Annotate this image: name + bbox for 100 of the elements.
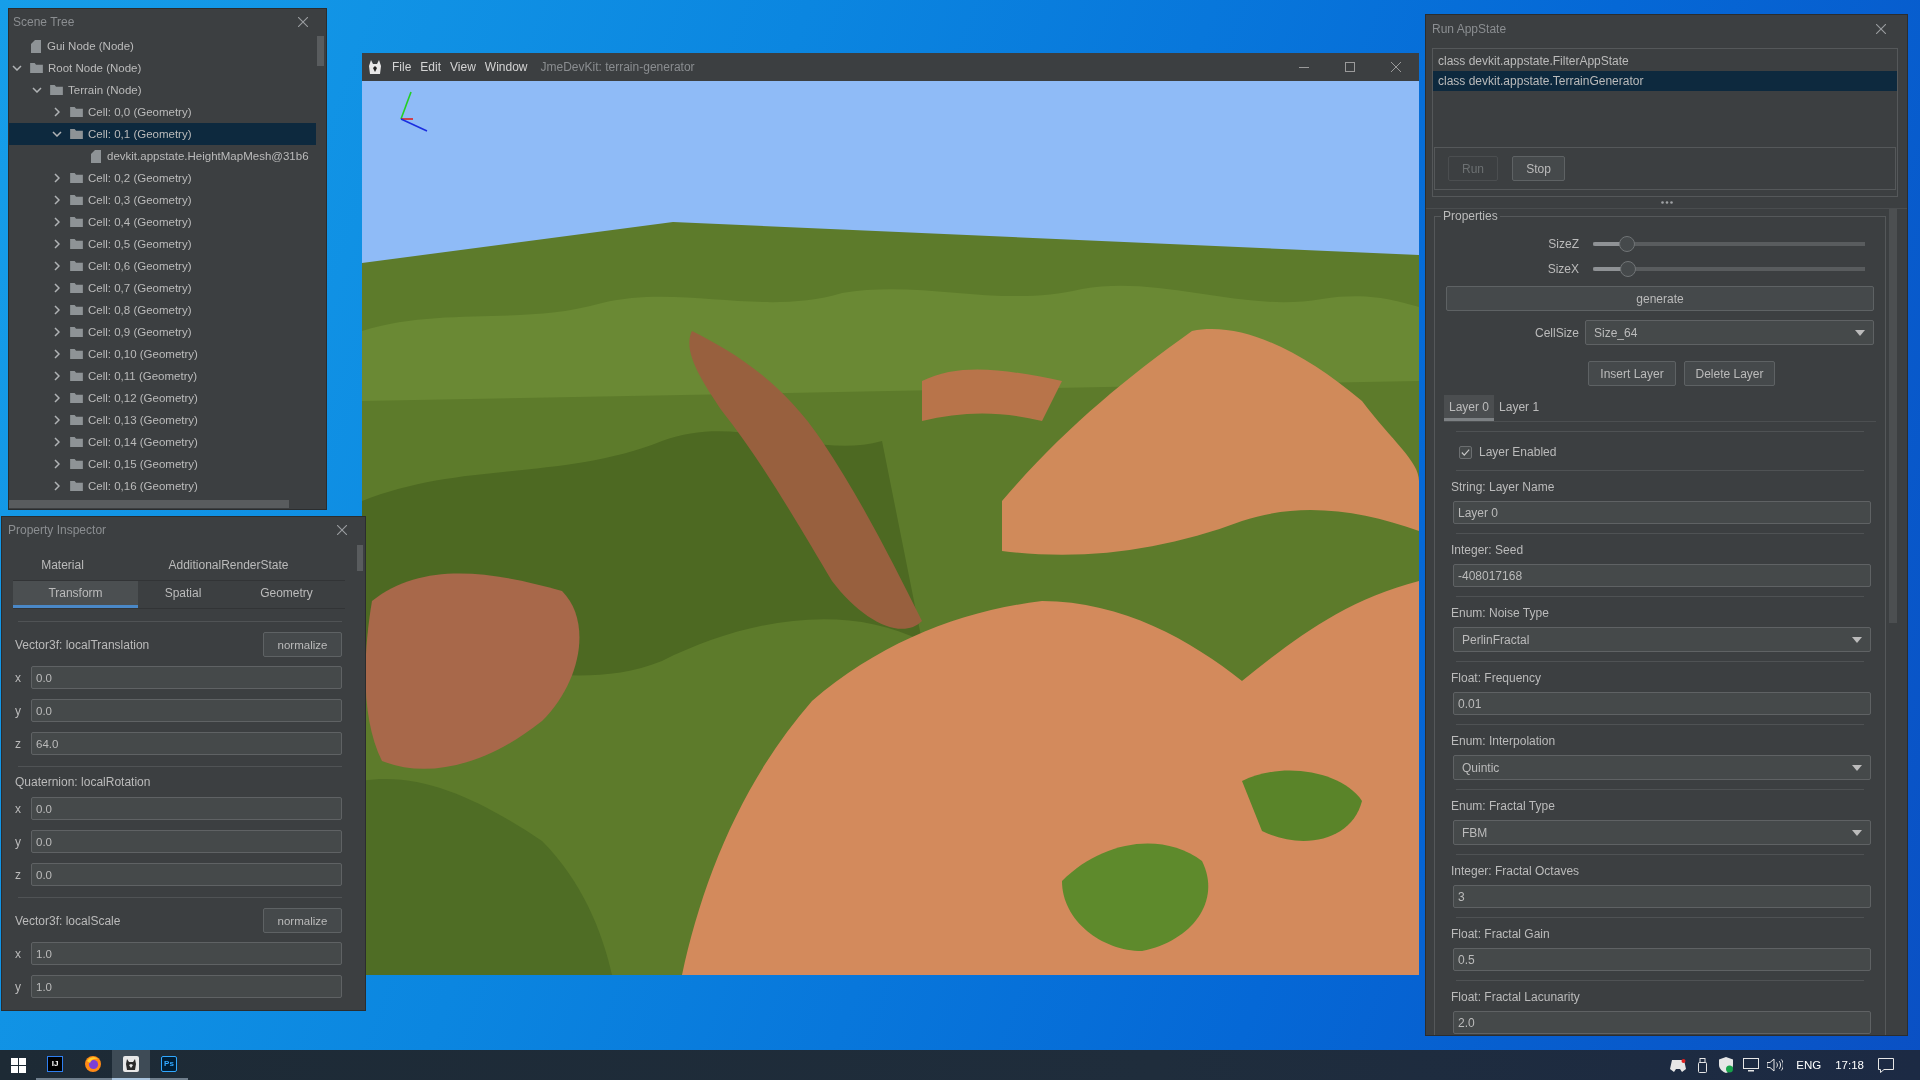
text-field[interactable]: 2.0 — [1453, 1011, 1871, 1034]
tree-item[interactable]: Cell: 0,11 (Geometry) — [9, 365, 316, 387]
tab[interactable]: Geometry — [228, 581, 345, 608]
chevron-down-icon[interactable] — [52, 131, 62, 137]
tree-item[interactable]: Gui Node (Node) — [9, 35, 316, 57]
action-button[interactable]: Stop — [1512, 156, 1565, 181]
close-icon[interactable] — [1391, 62, 1401, 72]
text-field[interactable]: 1.0 — [31, 942, 342, 965]
chevron-right-icon[interactable] — [54, 459, 60, 469]
dropdown[interactable]: PerlinFractal — [1453, 627, 1871, 652]
chevron-right-icon[interactable] — [54, 349, 60, 359]
menu-item[interactable]: File — [392, 60, 412, 74]
text-field[interactable]: 3 — [1453, 885, 1871, 908]
menu-item[interactable]: View — [450, 60, 476, 74]
tree-item[interactable]: Cell: 0,3 (Geometry) — [9, 189, 316, 211]
start-icon[interactable] — [10, 1057, 26, 1073]
text-field[interactable]: 1.0 — [31, 975, 342, 998]
tab[interactable]: Transform — [13, 581, 138, 608]
chevron-right-icon[interactable] — [54, 393, 60, 403]
chevron-right-icon[interactable] — [54, 195, 60, 205]
text-field[interactable]: 0.5 — [1453, 948, 1871, 971]
language-indicator[interactable]: ENG — [1796, 1059, 1822, 1071]
chevron-right-icon[interactable] — [54, 107, 60, 117]
list-item[interactable]: class devkit.appstate.TerrainGenerator — [1433, 71, 1897, 91]
taskbar-button[interactable]: IJ — [36, 1050, 74, 1080]
scrollbar-thumb[interactable] — [317, 36, 324, 66]
chevron-right-icon[interactable] — [54, 261, 60, 271]
chevron-down-icon[interactable] — [12, 65, 22, 71]
tree-item[interactable]: Cell: 0,13 (Geometry) — [9, 409, 316, 431]
menu-item[interactable]: Edit — [420, 60, 442, 74]
chevron-down-icon[interactable] — [32, 87, 42, 93]
layer-button[interactable]: Delete Layer — [1684, 361, 1775, 386]
tree-item[interactable]: Cell: 0,5 (Geometry) — [9, 233, 316, 255]
slider-thumb[interactable] — [1619, 236, 1635, 252]
text-field[interactable]: 0.0 — [31, 863, 342, 886]
tab[interactable]: Layer 1 — [1494, 395, 1545, 421]
scrollbar-thumb[interactable] — [9, 500, 289, 508]
shield-icon[interactable] — [1719, 1057, 1734, 1073]
text-field[interactable]: 0.01 — [1453, 692, 1871, 715]
tree-item[interactable]: Cell: 0,10 (Geometry) — [9, 343, 316, 365]
tree-item[interactable]: Cell: 0,7 (Geometry) — [9, 277, 316, 299]
slider-thumb[interactable] — [1620, 261, 1637, 277]
tab[interactable]: Spatial — [138, 581, 228, 608]
text-field[interactable]: -408017168 — [1453, 564, 1871, 587]
clock[interactable]: 17:18 — [1835, 1059, 1864, 1071]
chevron-right-icon[interactable] — [54, 481, 60, 491]
layer-button[interactable]: Insert Layer — [1588, 361, 1676, 386]
tab[interactable]: Material — [13, 553, 112, 580]
tree-item[interactable]: devkit.appstate.HeightMapMesh@31b6 — [9, 145, 316, 167]
tree-item[interactable]: Cell: 0,2 (Geometry) — [9, 167, 316, 189]
chevron-right-icon[interactable] — [54, 415, 60, 425]
tree-item[interactable]: Cell: 0,1 (Geometry) — [9, 123, 316, 145]
tree-item[interactable]: Cell: 0,8 (Geometry) — [9, 299, 316, 321]
list-item[interactable]: class devkit.appstate.FilterAppState — [1433, 51, 1897, 71]
chevron-right-icon[interactable] — [54, 217, 60, 227]
chevron-right-icon[interactable] — [54, 371, 60, 381]
tree-item[interactable]: Cell: 0,14 (Geometry) — [9, 431, 316, 453]
text-field[interactable]: 64.0 — [31, 732, 342, 755]
tree-item[interactable]: Cell: 0,12 (Geometry) — [9, 387, 316, 409]
tab[interactable]: AdditionalRenderState — [112, 553, 345, 580]
tree-item[interactable]: Cell: 0,9 (Geometry) — [9, 321, 316, 343]
tree-item[interactable]: Cell: 0,16 (Geometry) — [9, 475, 316, 497]
minimize-icon[interactable] — [1299, 66, 1309, 68]
generate-button[interactable]: generate — [1446, 286, 1874, 311]
tab[interactable]: Layer 0 — [1444, 395, 1495, 421]
gamepad-icon[interactable] — [1670, 1058, 1687, 1072]
normalize-button[interactable]: normalize — [263, 908, 342, 933]
close-icon[interactable] — [337, 524, 347, 535]
tree-item[interactable]: Terrain (Node) — [9, 79, 316, 101]
text-field[interactable]: 0.0 — [31, 830, 342, 853]
chevron-right-icon[interactable] — [54, 437, 60, 447]
maximize-icon[interactable] — [1345, 62, 1355, 72]
tree-item[interactable]: Cell: 0,6 (Geometry) — [9, 255, 316, 277]
text-field[interactable]: 0.0 — [31, 797, 342, 820]
text-field[interactable]: 0.0 — [31, 666, 342, 689]
checkbox[interactable] — [1459, 445, 1472, 459]
close-icon[interactable] — [1876, 23, 1886, 34]
tree-item[interactable]: Cell: 0,0 (Geometry) — [9, 101, 316, 123]
normalize-button[interactable]: normalize — [263, 632, 342, 657]
tree-item[interactable]: Cell: 0,15 (Geometry) — [9, 453, 316, 475]
chevron-right-icon[interactable] — [54, 327, 60, 337]
taskbar-button[interactable] — [112, 1050, 150, 1080]
speaker-icon[interactable] — [1767, 1058, 1784, 1072]
usb-drive-icon[interactable] — [1698, 1057, 1708, 1073]
chevron-right-icon[interactable] — [54, 283, 60, 293]
dropdown[interactable]: FBM — [1453, 820, 1871, 845]
dropdown[interactable]: Quintic — [1453, 755, 1871, 780]
network-icon[interactable] — [1743, 1058, 1760, 1072]
text-field[interactable]: Layer 0 — [1453, 501, 1871, 524]
taskbar-button[interactable]: Ps — [150, 1050, 188, 1080]
scrollbar-thumb[interactable] — [357, 545, 363, 571]
text-field[interactable]: 0.0 — [31, 699, 342, 722]
chevron-right-icon[interactable] — [54, 305, 60, 315]
chevron-right-icon[interactable] — [54, 173, 60, 183]
close-icon[interactable] — [298, 17, 308, 27]
tree-item[interactable]: Cell: 0,4 (Geometry) — [9, 211, 316, 233]
chevron-right-icon[interactable] — [54, 239, 60, 249]
drag-handle-icon[interactable] — [1660, 201, 1673, 204]
notification-icon[interactable] — [1878, 1057, 1894, 1073]
dropdown[interactable]: Size_64 — [1585, 320, 1874, 345]
